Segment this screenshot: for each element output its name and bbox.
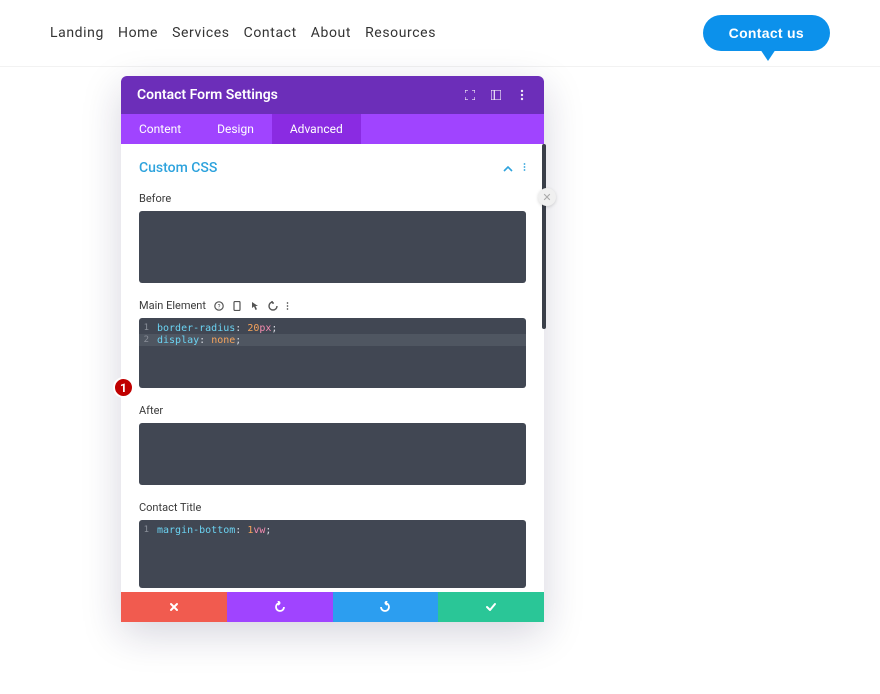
code-val: 20 <box>247 323 259 334</box>
redo-button[interactable] <box>333 592 439 622</box>
help-icon[interactable]: ? <box>214 301 224 311</box>
nav-item-contact[interactable]: Contact <box>244 25 297 41</box>
save-button[interactable] <box>438 592 544 622</box>
contact-us-button[interactable]: Contact us <box>703 15 830 51</box>
line-number: 1 <box>139 323 153 333</box>
nav-item-landing[interactable]: Landing <box>50 25 104 41</box>
label-after: After <box>139 398 526 423</box>
svg-text:?: ? <box>218 303 221 310</box>
label-before-text: Before <box>139 192 171 205</box>
section-more-icon[interactable] <box>523 160 526 176</box>
label-contact-title: Contact Title <box>139 495 526 520</box>
label-main-element: Main Element ? <box>139 293 526 318</box>
more-icon[interactable] <box>516 89 528 101</box>
label-before: Before <box>139 186 526 211</box>
label-contact-title-text: Contact Title <box>139 501 201 514</box>
css-after-input[interactable] <box>139 423 526 485</box>
panel-body: Custom CSS Before Main Element ? <box>121 144 544 592</box>
cta-wrap: Contact us <box>703 15 830 51</box>
code-key: none <box>211 335 235 346</box>
section-title: Custom CSS <box>139 160 217 176</box>
code-prop: border-radius <box>157 323 235 334</box>
tab-content[interactable]: Content <box>121 114 199 144</box>
settings-panel: Contact Form Settings Content Design Adv… <box>121 76 544 622</box>
nav-item-resources[interactable]: Resources <box>365 25 436 41</box>
tab-advanced[interactable]: Advanced <box>272 114 361 144</box>
field-more-icon[interactable] <box>286 301 296 311</box>
line-number: 1 <box>139 525 153 535</box>
expand-icon[interactable] <box>464 89 476 101</box>
line-number: 2 <box>139 335 153 345</box>
nav-item-services[interactable]: Services <box>172 25 230 41</box>
code-prop: margin-bottom <box>157 525 235 536</box>
tablet-icon[interactable] <box>232 301 242 311</box>
reset-icon[interactable] <box>268 301 278 311</box>
nav-item-about[interactable]: About <box>311 25 351 41</box>
undo-button[interactable] <box>227 592 333 622</box>
tab-design[interactable]: Design <box>199 114 272 144</box>
section-custom-css[interactable]: Custom CSS <box>139 156 526 186</box>
label-after-text: After <box>139 404 163 417</box>
annotation-marker-1: 1 <box>113 377 134 398</box>
hover-icon[interactable] <box>250 301 260 311</box>
panel-title: Contact Form Settings <box>137 87 278 103</box>
code-prop: display <box>157 335 199 346</box>
css-main-input[interactable]: 1 border-radius: 20px; 2 display: none; <box>139 318 526 388</box>
css-title-input[interactable]: 1 margin-bottom: 1vw; <box>139 520 526 588</box>
top-nav: Landing Home Services Contact About Reso… <box>0 0 880 67</box>
cancel-button[interactable] <box>121 592 227 622</box>
label-main-text: Main Element <box>139 299 206 312</box>
css-before-input[interactable] <box>139 211 526 283</box>
chevron-up-icon[interactable] <box>503 160 513 176</box>
scrollbar[interactable] <box>542 144 546 329</box>
column-icon[interactable] <box>490 89 502 101</box>
code-unit: vw <box>253 525 265 536</box>
cta-tail-icon <box>760 49 776 61</box>
tabs: Content Design Advanced <box>121 114 544 144</box>
code-unit: px <box>259 323 271 334</box>
panel-header[interactable]: Contact Form Settings <box>121 76 544 114</box>
nav-item-home[interactable]: Home <box>118 25 158 41</box>
helper-close-icon[interactable]: ✕ <box>538 188 556 206</box>
nav-links: Landing Home Services Contact About Reso… <box>50 25 436 41</box>
panel-footer <box>121 592 544 622</box>
